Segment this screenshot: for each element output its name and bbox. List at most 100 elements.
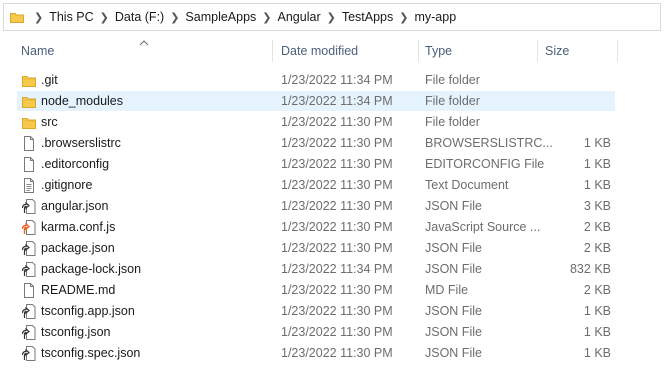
file-row[interactable]: package-lock.json 1/23/2022 11:34 PM JSON … <box>0 259 620 280</box>
file-row[interactable]: src 1/23/2022 11:30 PM File folder <box>0 112 620 133</box>
folder-icon <box>22 94 36 109</box>
file-date-modified: 1/23/2022 11:30 PM <box>281 325 393 339</box>
file-date-modified: 1/23/2022 11:30 PM <box>281 115 393 129</box>
file-name[interactable]: karma.conf.js <box>41 217 115 238</box>
file-type: JSON File <box>425 325 482 339</box>
file-row[interactable]: .editorconfig 1/23/2022 11:30 PM EDITORCON… <box>0 154 620 175</box>
file-icon <box>22 283 36 298</box>
file-size: 2 KB <box>583 220 611 234</box>
file-name[interactable]: README.md <box>41 280 115 301</box>
file-date-modified: 1/23/2022 11:30 PM <box>281 283 393 297</box>
file-type: MD File <box>425 283 469 297</box>
js-file-icon <box>22 220 36 235</box>
file-row[interactable]: .gitignore 1/23/2022 11:30 PM Text Documen… <box>0 175 620 196</box>
address-bar[interactable]: ❯ This PC ❯ Data (F:) ❯ SampleApps ❯ Ang… <box>3 3 661 31</box>
file-type: JSON File <box>425 262 482 276</box>
file-size: 832 KB <box>569 262 611 276</box>
file-type: File folder <box>425 94 480 108</box>
file-row[interactable]: tsconfig.spec.json 1/23/2022 11:30 PM JSON… <box>0 343 620 364</box>
file-row[interactable]: tsconfig.app.json 1/23/2022 11:30 PM JSON … <box>0 301 620 322</box>
breadcrumb: ❯ This PC ❯ Data (F:) ❯ SampleApps ❯ Ang… <box>28 10 456 24</box>
file-icon <box>22 157 36 172</box>
file-size: 1 KB <box>583 136 611 150</box>
file-name[interactable]: package-lock.json <box>41 259 141 280</box>
file-row[interactable]: README.md 1/23/2022 11:30 PM MD File 2 KB <box>0 280 620 301</box>
file-list: .git 1/23/2022 11:34 PM File folder node_mo… <box>0 70 620 364</box>
json-file-icon <box>22 199 36 214</box>
file-type: File folder <box>425 115 480 129</box>
chevron-right-icon[interactable]: ❯ <box>34 11 43 24</box>
file-date-modified: 1/23/2022 11:30 PM <box>281 220 393 234</box>
file-size: 1 KB <box>583 325 611 339</box>
file-name[interactable]: package.json <box>41 238 115 259</box>
chevron-right-icon[interactable]: ❯ <box>327 11 336 24</box>
file-size: 2 KB <box>583 283 611 297</box>
file-name[interactable]: .gitignore <box>41 175 92 196</box>
file-row[interactable]: node_modules 1/23/2022 11:34 PM File folde… <box>0 91 620 112</box>
column-divider[interactable] <box>272 40 273 62</box>
file-name[interactable]: .git <box>41 70 58 91</box>
file-row[interactable]: karma.conf.js 1/23/2022 11:30 PM JavaScrip… <box>0 217 620 238</box>
text-file-icon <box>22 178 36 193</box>
json-file-icon <box>22 241 36 256</box>
file-type: JavaScript Source ... <box>425 220 541 234</box>
file-type: JSON File <box>425 304 482 318</box>
chevron-right-icon[interactable]: ❯ <box>100 11 109 24</box>
column-header-type[interactable]: Type <box>425 38 452 64</box>
file-date-modified: 1/23/2022 11:30 PM <box>281 157 393 171</box>
breadcrumb-item[interactable]: Angular <box>278 10 321 24</box>
file-name[interactable]: .editorconfig <box>41 154 109 175</box>
file-date-modified: 1/23/2022 11:30 PM <box>281 346 393 360</box>
file-row[interactable]: .git 1/23/2022 11:34 PM File folder <box>0 70 620 91</box>
breadcrumb-item[interactable]: my-app <box>414 10 456 24</box>
json-file-icon <box>22 325 36 340</box>
file-name[interactable]: src <box>41 112 58 133</box>
file-row[interactable]: angular.json 1/23/2022 11:30 PM JSON File 3… <box>0 196 620 217</box>
chevron-right-icon[interactable]: ❯ <box>399 11 408 24</box>
column-header-date[interactable]: Date modified <box>281 38 358 64</box>
file-date-modified: 1/23/2022 11:30 PM <box>281 304 393 318</box>
breadcrumb-item[interactable]: SampleApps <box>185 10 256 24</box>
file-name[interactable]: .browserslistrc <box>41 133 121 154</box>
column-header-name[interactable]: Name <box>21 38 54 64</box>
file-type: JSON File <box>425 346 482 360</box>
file-name[interactable]: tsconfig.app.json <box>41 301 135 322</box>
file-name[interactable]: node_modules <box>41 91 123 112</box>
file-date-modified: 1/23/2022 11:30 PM <box>281 241 393 255</box>
file-type: EDITORCONFIG File <box>425 157 545 171</box>
breadcrumb-item[interactable]: Data (F:) <box>115 10 164 24</box>
folder-icon <box>22 115 36 130</box>
file-name[interactable]: angular.json <box>41 196 108 217</box>
file-row[interactable]: .browserslistrc 1/23/2022 11:30 PM BROWSER… <box>0 133 620 154</box>
file-name[interactable]: tsconfig.spec.json <box>41 343 140 364</box>
file-date-modified: 1/23/2022 11:34 PM <box>281 73 393 87</box>
file-type: File folder <box>425 73 480 87</box>
file-size: 1 KB <box>583 346 611 360</box>
column-divider[interactable] <box>418 40 419 62</box>
file-name[interactable]: tsconfig.json <box>41 322 110 343</box>
column-divider[interactable] <box>537 40 538 62</box>
file-type: JSON File <box>425 199 482 213</box>
file-icon <box>22 136 36 151</box>
column-header-size[interactable]: Size <box>545 38 569 64</box>
file-date-modified: 1/23/2022 11:34 PM <box>281 94 393 108</box>
file-row[interactable]: tsconfig.json 1/23/2022 11:30 PM JSON File… <box>0 322 620 343</box>
column-divider[interactable] <box>617 40 618 62</box>
breadcrumb-item[interactable]: This PC <box>49 10 93 24</box>
file-type: Text Document <box>425 178 509 192</box>
breadcrumb-item[interactable]: TestApps <box>342 10 393 24</box>
chevron-right-icon[interactable]: ❯ <box>170 11 179 24</box>
column-header-row: Name Date modified Type Size <box>0 38 620 64</box>
file-date-modified: 1/23/2022 11:30 PM <box>281 199 393 213</box>
chevron-right-icon[interactable]: ❯ <box>262 11 271 24</box>
file-size: 1 KB <box>583 304 611 318</box>
file-row[interactable]: package.json 1/23/2022 11:30 PM JSON File 2… <box>0 238 620 259</box>
folder-icon <box>22 73 36 88</box>
file-date-modified: 1/23/2022 11:30 PM <box>281 136 393 150</box>
file-type: JSON File <box>425 241 482 255</box>
file-type: BROWSERSLISTRC... <box>425 136 553 150</box>
sort-ascending-icon <box>139 36 149 46</box>
file-size: 1 KB <box>583 178 611 192</box>
file-date-modified: 1/23/2022 11:34 PM <box>281 262 393 276</box>
folder-icon <box>10 12 24 23</box>
